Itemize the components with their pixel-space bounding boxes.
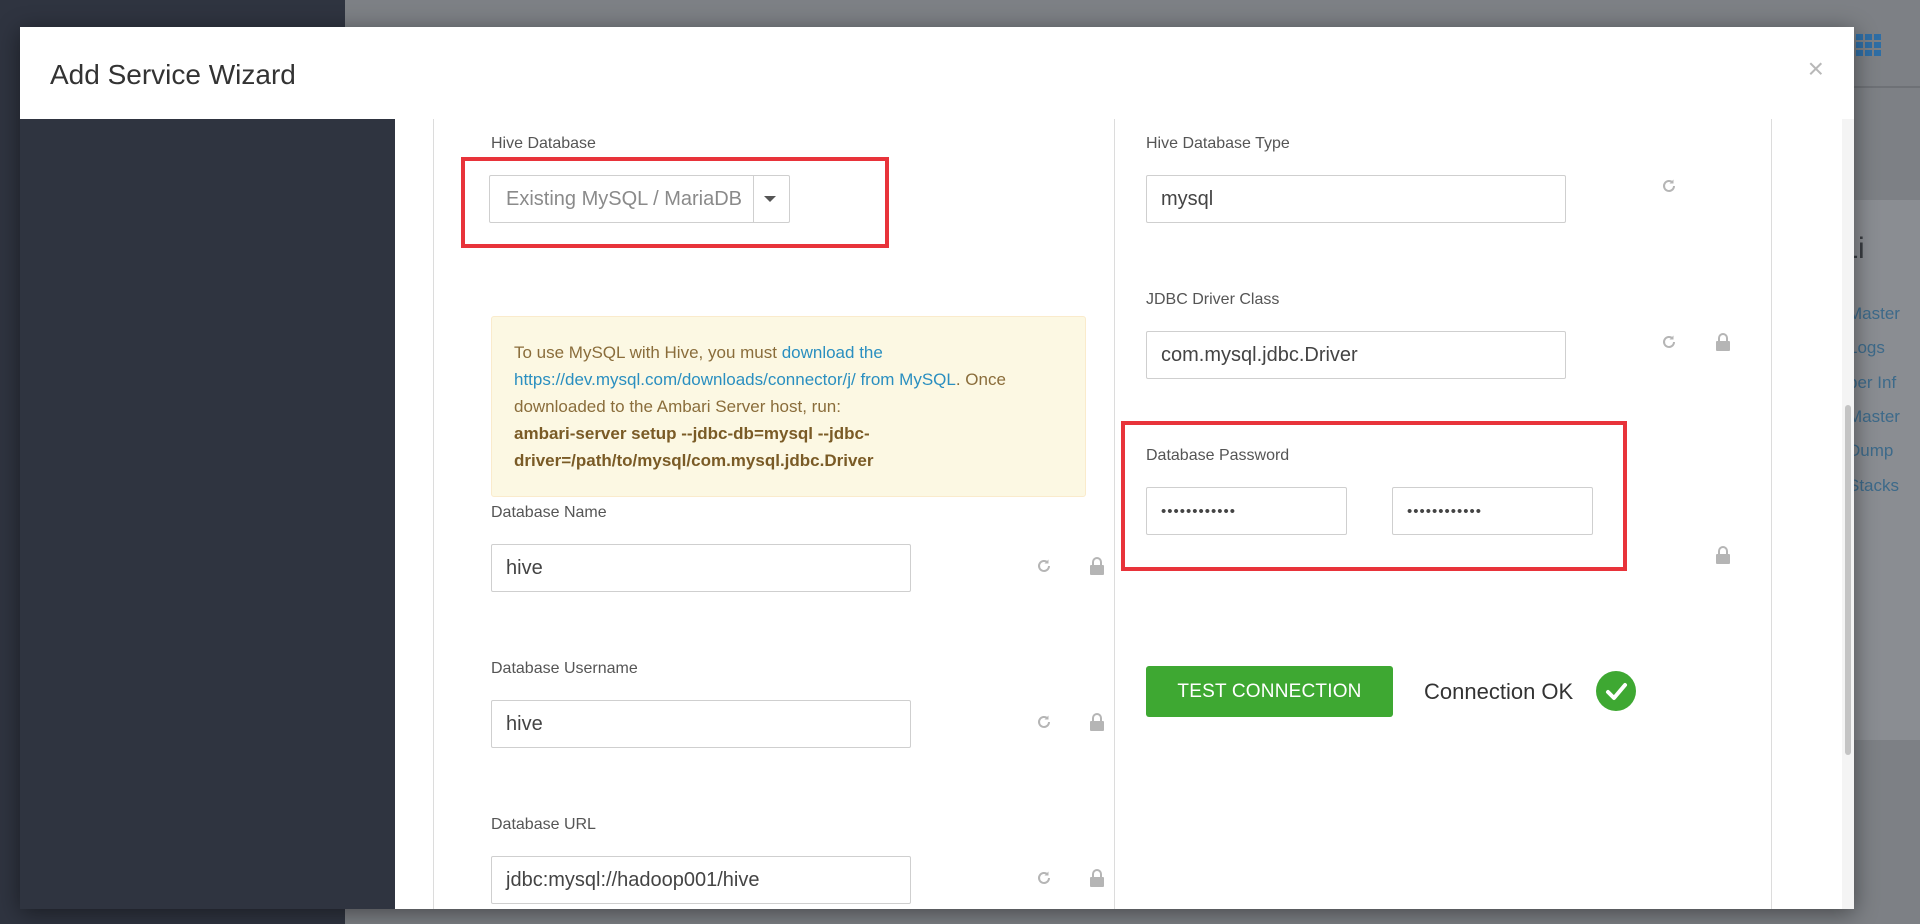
hive-database-select[interactable]: Existing MySQL / MariaDB (489, 175, 790, 223)
database-password-label: Database Password (1146, 447, 1290, 464)
connection-status-text: Connection OK (1424, 679, 1574, 704)
refresh-icon[interactable] (1035, 557, 1053, 575)
scrollbar-thumb[interactable] (1845, 405, 1851, 755)
panel-border-right (1771, 119, 1772, 909)
background-quick-link: per Inf (1848, 373, 1897, 392)
wizard-steps-sidebar (20, 119, 395, 909)
lock-icon[interactable] (1088, 557, 1106, 575)
lock-icon[interactable] (1714, 333, 1732, 351)
hive-database-type-input[interactable]: mysql (1146, 175, 1566, 223)
modal-header: Add Service Wizard × (20, 27, 1854, 119)
jdbc-driver-class-input[interactable]: com.mysql.jdbc.Driver (1146, 331, 1566, 379)
background-quick-link: Dump (1848, 441, 1894, 460)
refresh-icon[interactable] (1035, 713, 1053, 731)
database-name-label: Database Name (491, 504, 607, 521)
jdbc-driver-class-label: JDBC Driver Class (1146, 291, 1280, 308)
select-divider (753, 176, 754, 222)
lock-icon[interactable] (1088, 869, 1106, 887)
lock-icon[interactable] (1088, 713, 1106, 731)
lock-icon[interactable] (1714, 546, 1732, 564)
setup-command-text: ambari-server setup --jdbc-db=mysql --jd… (514, 424, 874, 470)
close-icon[interactable]: × (1808, 55, 1824, 83)
hive-database-type-label: Hive Database Type (1146, 135, 1290, 152)
hive-database-label: Hive Database (491, 135, 596, 152)
refresh-icon[interactable] (1035, 869, 1053, 887)
database-username-input[interactable]: hive (491, 700, 911, 748)
database-password-confirm-input[interactable]: •••••••••••• (1392, 487, 1593, 535)
info-text: To use MySQL with Hive, you must (514, 343, 782, 362)
background-quick-link: Master (1848, 407, 1900, 426)
caret-down-icon[interactable] (764, 196, 776, 202)
database-name-input[interactable]: hive (491, 544, 911, 592)
refresh-icon[interactable] (1660, 177, 1678, 195)
mysql-info-alert: To use MySQL with Hive, you must downloa… (491, 316, 1086, 497)
column-divider (1114, 119, 1115, 909)
database-username-label: Database Username (491, 660, 638, 677)
refresh-icon[interactable] (1660, 333, 1678, 351)
test-connection-button[interactable]: TEST CONNECTION (1146, 666, 1393, 717)
hive-database-selected-value: Existing MySQL / MariaDB (506, 187, 742, 210)
app-grid-icon (1856, 34, 1882, 56)
add-service-wizard-modal: Add Service Wizard × Hive Database Exist… (20, 27, 1854, 909)
panel-border-left (433, 119, 434, 909)
modal-title: Add Service Wizard (50, 59, 296, 90)
check-circle-icon (1596, 671, 1636, 711)
database-url-input[interactable]: jdbc:mysql://hadoop001/hive (491, 856, 911, 904)
background-quick-link: Master (1848, 304, 1900, 323)
database-password-input[interactable]: •••••••••••• (1146, 487, 1347, 535)
database-url-label: Database URL (491, 816, 596, 833)
background-quick-link: Stacks (1848, 476, 1900, 495)
